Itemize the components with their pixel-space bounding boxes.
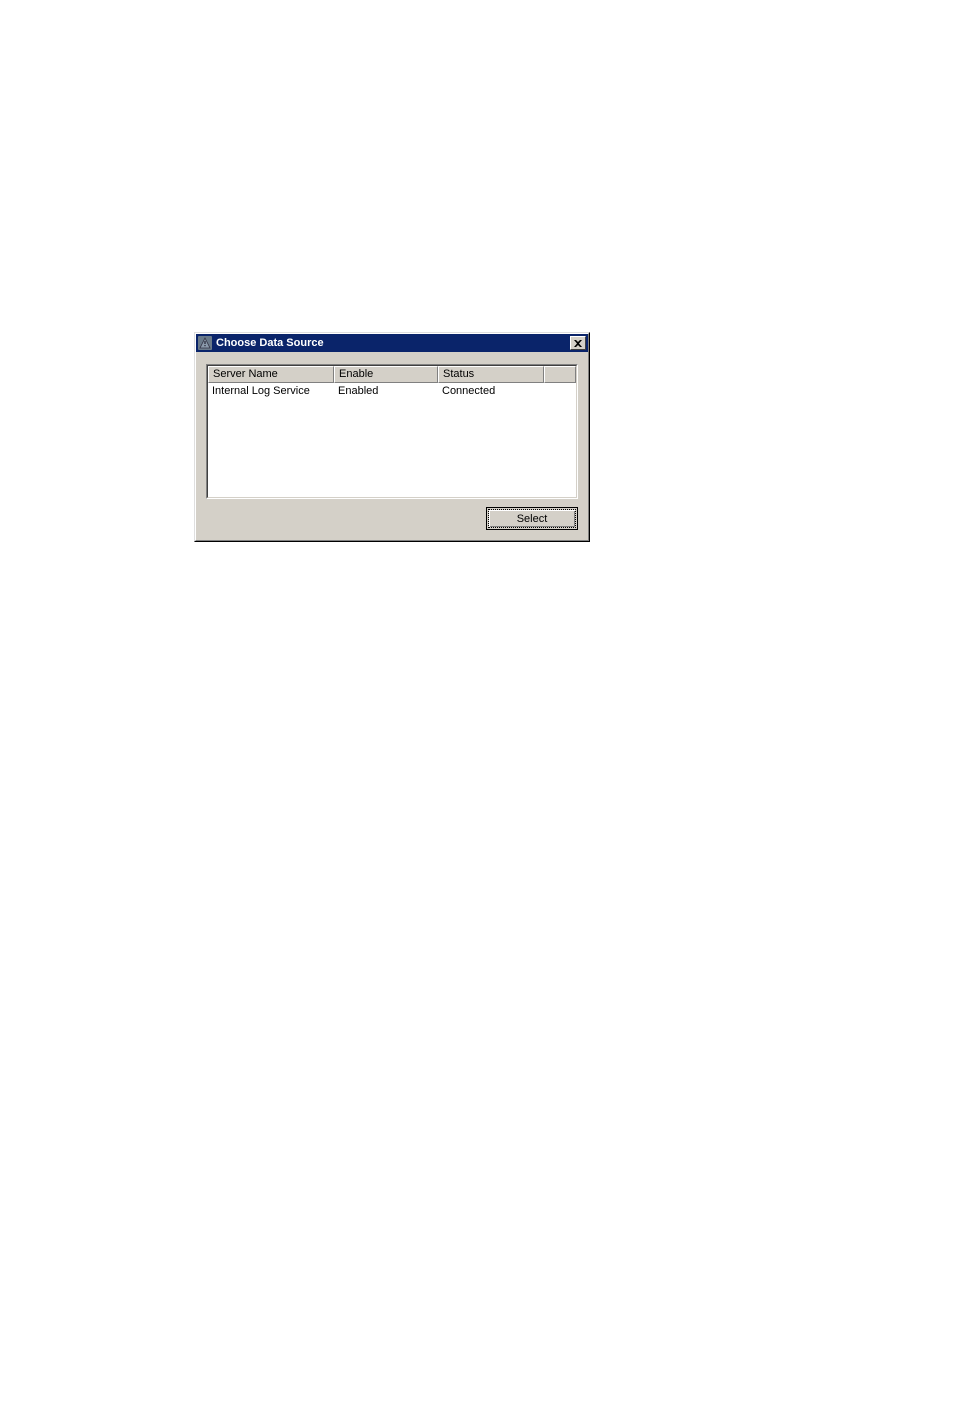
cell-status: Connected	[438, 385, 544, 397]
button-row: Select	[206, 507, 578, 530]
listview-header: Server Name Enable Status	[208, 366, 576, 383]
app-icon	[198, 336, 212, 350]
dialog-body: Server Name Enable Status Internal Log S…	[196, 352, 588, 540]
select-button-label: Select	[488, 509, 576, 528]
data-source-listview[interactable]: Server Name Enable Status Internal Log S…	[206, 364, 578, 499]
close-icon	[574, 340, 582, 347]
titlebar[interactable]: Choose Data Source	[196, 334, 588, 352]
select-button[interactable]: Select	[486, 507, 578, 530]
dialog-title: Choose Data Source	[216, 337, 570, 349]
table-row[interactable]: Internal Log Service Enabled Connected	[208, 383, 576, 399]
listview-rows: Internal Log Service Enabled Connected	[208, 383, 576, 497]
column-header-server-name[interactable]: Server Name	[208, 366, 334, 383]
column-header-blank[interactable]	[544, 366, 576, 383]
cell-server-name: Internal Log Service	[208, 385, 334, 397]
column-header-status[interactable]: Status	[438, 366, 544, 383]
close-button[interactable]	[570, 336, 586, 350]
cell-enable: Enabled	[334, 385, 438, 397]
dialog-frame: Choose Data Source Server Name Enable St…	[195, 333, 589, 541]
choose-data-source-dialog: Choose Data Source Server Name Enable St…	[194, 332, 590, 542]
column-header-enable[interactable]: Enable	[334, 366, 438, 383]
